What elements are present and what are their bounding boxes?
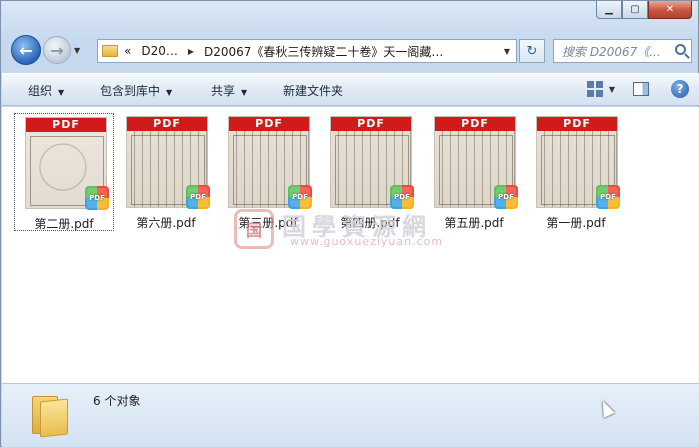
file-item[interactable]: PDF PDF 第四册.pdf [320,113,420,231]
file-list-area[interactable]: PDF PDF 第二册.pdf PDF PDF 第六册.pdf PDF PDF … [2,107,699,383]
file-item[interactable]: PDF PDF 第一册.pdf [526,113,626,231]
organize-menu[interactable]: 组织 ▼ [28,82,64,99]
folder-icon [102,45,118,57]
breadcrumb-item-parent[interactable]: D20… [141,44,178,58]
pdf-band: PDF [537,117,617,131]
pdf-band: PDF [435,117,515,131]
pdf-app-icon: PDF [596,185,620,209]
item-count: 6 个对象 [93,394,141,408]
file-item[interactable]: PDF PDF 第三册.pdf [218,113,318,231]
file-name: 第二册.pdf [34,217,94,231]
include-in-library-menu[interactable]: 包含到库中 ▼ [100,82,172,99]
breadcrumb-item-current[interactable]: D20067《春秋三传辨疑二十卷》天一阁藏… [204,43,443,60]
details-pane: 6 个对象 [2,383,699,447]
caption-buttons: ▁ ▢ ✕ [596,1,692,19]
address-bar[interactable]: « D20… ▶ D20067《春秋三传辨疑二十卷》天一阁藏… ▼ [97,39,517,63]
back-button[interactable]: ← [11,35,41,65]
explorer-window: ▁ ▢ ✕ ← → ▼ « D20… ▶ D20067《春秋三传辨疑二十卷》天一… [0,0,699,447]
preview-pane-icon[interactable] [633,82,649,96]
minimize-button[interactable]: ▁ [596,1,622,19]
search-icon[interactable] [675,44,686,55]
pdf-band: PDF [229,117,309,131]
recent-pages-dropdown[interactable]: ▼ [74,46,80,55]
watermark-url: www.guoxueziyuan.com [290,235,444,248]
pdf-app-icon: PDF [85,186,109,210]
file-name: 第四册.pdf [340,216,400,230]
pdf-band: PDF [26,118,106,132]
search-input[interactable]: 搜索 D20067《... [553,39,692,63]
new-folder-label: 新建文件夹 [283,84,344,98]
chevron-down-icon: ▼ [241,88,248,97]
file-name: 第一册.pdf [546,216,606,230]
file-item[interactable]: PDF PDF 第五册.pdf [424,113,524,231]
refresh-button[interactable]: ↻ [519,39,545,63]
pdf-app-icon: PDF [288,185,312,209]
search-placeholder: 搜索 D20067《... [562,44,661,59]
change-view-icon[interactable] [586,81,603,97]
share-label: 共享 [211,84,236,98]
navigation-buttons: ← → ▼ [11,35,80,65]
address-dropdown-icon[interactable]: ▼ [504,47,510,56]
help-icon[interactable]: ? [671,80,689,98]
include-in-library-label: 包含到库中 [100,84,161,98]
view-options-dropdown-icon[interactable]: ▼ [609,85,615,94]
pdf-app-icon: PDF [390,185,414,209]
pdf-app-icon: PDF [186,185,210,209]
folder-icon [30,392,70,438]
close-button[interactable]: ✕ [648,1,692,19]
file-item[interactable]: PDF PDF 第二册.pdf [14,113,114,231]
breadcrumb-overflow[interactable]: « [124,44,131,58]
file-name: 第五册.pdf [444,216,504,230]
new-folder-button[interactable]: 新建文件夹 [283,82,343,99]
maximize-button[interactable]: ▢ [622,1,648,19]
pdf-band: PDF [331,117,411,131]
file-name: 第六册.pdf [136,216,196,230]
file-name: 第三册.pdf [238,216,298,230]
toolbar-icons: ▼ ? [586,80,689,98]
command-toolbar: 组织 ▼ 包含到库中 ▼ 共享 ▼ 新建文件夹 ▼ ? [2,73,699,106]
chevron-down-icon: ▼ [58,88,65,97]
organize-label: 组织 [28,84,53,98]
pdf-app-icon: PDF [494,185,518,209]
chevron-down-icon: ▼ [166,88,173,97]
share-menu[interactable]: 共享 ▼ [211,82,247,99]
file-item[interactable]: PDF PDF 第六册.pdf [116,113,216,231]
breadcrumb-arrow-icon[interactable]: ▶ [188,47,194,56]
forward-button[interactable]: → [43,36,71,64]
pdf-band: PDF [127,117,207,131]
